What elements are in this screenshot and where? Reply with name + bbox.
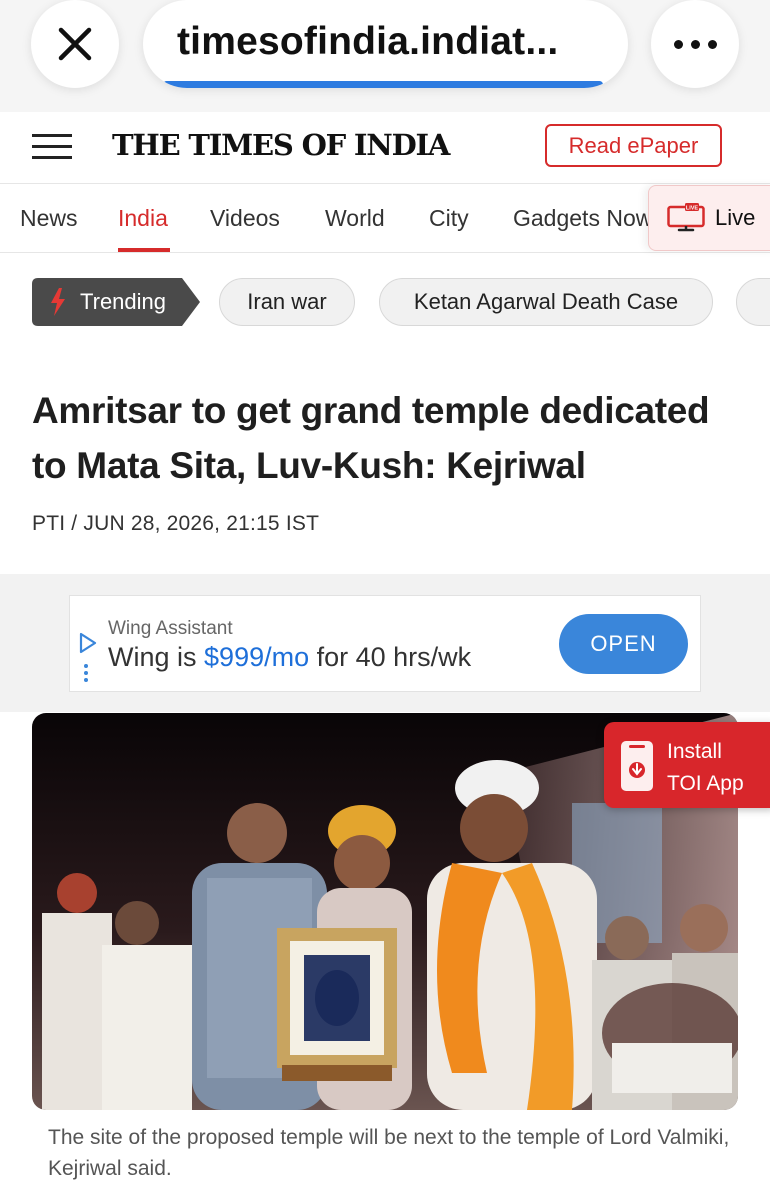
install-app-button[interactable]: Install TOI App — [604, 722, 770, 808]
flame-icon — [51, 288, 65, 316]
ad-sponsor: Wing Assistant — [108, 618, 233, 639]
more-icon — [673, 39, 717, 49]
article-headline: Amritsar to get grand temple dedicated t… — [32, 390, 710, 486]
trending-chip[interactable]: Iran war — [219, 278, 355, 326]
ad-choices-icon[interactable] — [78, 632, 98, 654]
trending-row: Trending Iran war Ketan Agarwal Death Ca… — [0, 278, 770, 326]
ad-price: $999/mo — [204, 642, 310, 672]
tab-gadgets-now[interactable]: Gadgets Now — [513, 205, 652, 232]
more-options-button[interactable] — [651, 0, 739, 88]
site-header: THE TIMES OF INDIA Read ePaper — [0, 112, 770, 184]
close-button[interactable] — [31, 0, 119, 88]
ad-menu-icon[interactable] — [84, 664, 88, 685]
page-load-progress — [163, 81, 603, 88]
browser-bar: timesofindia.indiat... — [0, 0, 770, 112]
trending-badge[interactable]: Trending — [32, 278, 200, 326]
phone-download-icon — [621, 741, 653, 791]
live-label: Live — [715, 205, 756, 230]
live-tv-icon: LIVE — [667, 203, 705, 232]
site-logo[interactable]: THE TIMES OF INDIA — [112, 128, 450, 162]
ad-text-before: Wing is — [108, 642, 205, 672]
install-line2: TOI App — [667, 772, 744, 795]
ad-text: Wing is $999/mo for 40 hrs/wk — [108, 642, 471, 673]
photo-caption: The site of the proposed temple will be … — [48, 1126, 730, 1180]
tab-india[interactable]: India — [118, 205, 168, 232]
tab-news[interactable]: News — [20, 205, 78, 232]
install-text: Install TOI App — [667, 736, 744, 800]
hamburger-icon[interactable] — [32, 134, 72, 160]
article-byline: PTI / JUN 28, 2026, 21:15 IST — [32, 512, 320, 535]
close-icon — [58, 27, 92, 61]
ad-banner[interactable]: Wing Assistant Wing is $999/mo for 40 hr… — [69, 595, 701, 692]
svg-text:LIVE: LIVE — [686, 206, 699, 212]
tab-videos[interactable]: Videos — [210, 205, 280, 232]
tab-city[interactable]: City — [429, 205, 469, 232]
install-line1: Install — [667, 740, 722, 763]
live-button[interactable]: LIVE Live — [648, 185, 770, 251]
address-bar[interactable]: timesofindia.indiat... — [143, 0, 628, 88]
ad-open-button[interactable]: OPEN — [559, 614, 688, 674]
ad-text-after: for 40 hrs/wk — [309, 642, 472, 672]
trending-label: Trending — [80, 289, 167, 314]
tab-world[interactable]: World — [325, 205, 385, 232]
active-tab-indicator — [118, 248, 170, 252]
ad-container: Wing Assistant Wing is $999/mo for 40 hr… — [0, 574, 770, 712]
trending-chip[interactable]: Ketan Agarwal Death Case — [379, 278, 713, 326]
read-epaper-button[interactable]: Read ePaper — [545, 124, 722, 167]
url-text: timesofindia.indiat... — [177, 20, 559, 63]
trending-chip-partial[interactable] — [736, 278, 770, 326]
